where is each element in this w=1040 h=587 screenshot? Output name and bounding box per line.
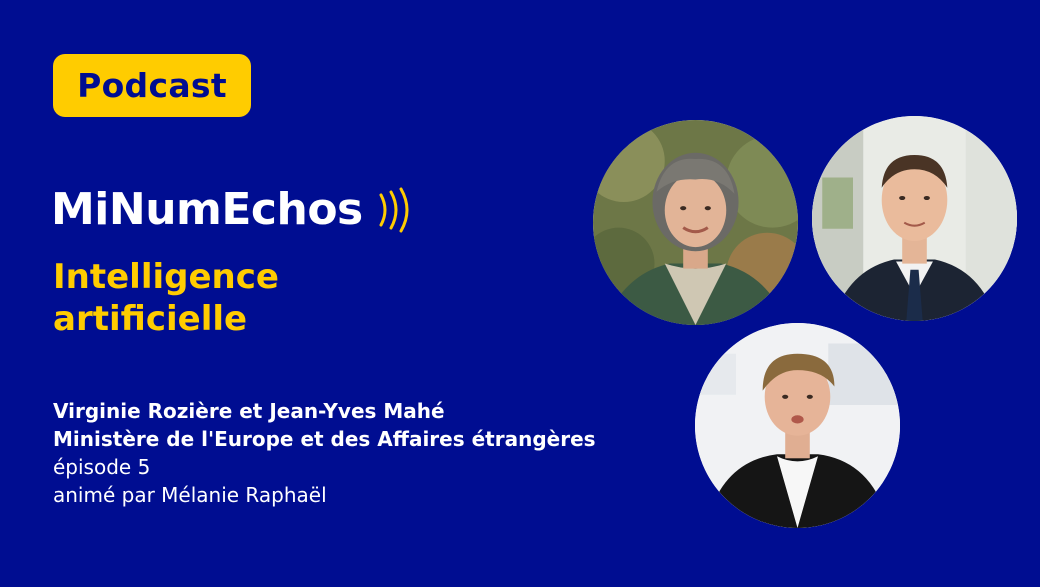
brand-title: MiNumEchos [51, 184, 413, 235]
episode-number: épisode 5 [53, 455, 151, 479]
guests-names: Virginie Rozière et Jean-Yves Mahé [53, 399, 445, 423]
subject-line-1: Intelligence [53, 257, 279, 297]
podcast-badge-label: Podcast [77, 66, 227, 105]
brand-title-text: MiNumEchos [51, 184, 363, 235]
sound-waves-icon [377, 185, 413, 235]
portrait-jean-yves-mahe-image [812, 116, 1017, 321]
portrait-jean-yves-mahe [812, 116, 1017, 321]
episode-details: Virginie Rozière et Jean-Yves Mahé Minis… [53, 397, 596, 509]
episode-subject: Intelligence artificielle [53, 256, 413, 340]
portrait-melanie-raphael [695, 323, 900, 528]
portrait-virginie-roziere [593, 120, 798, 325]
portrait-melanie-raphael-image [695, 323, 900, 528]
ministry-name: Ministère de l'Europe et des Affaires ét… [53, 427, 596, 451]
host-credit: animé par Mélanie Raphaël [53, 483, 327, 507]
podcast-badge: Podcast [53, 54, 251, 117]
portrait-virginie-roziere-image [593, 120, 798, 325]
subject-line-2: artificielle [53, 299, 248, 339]
